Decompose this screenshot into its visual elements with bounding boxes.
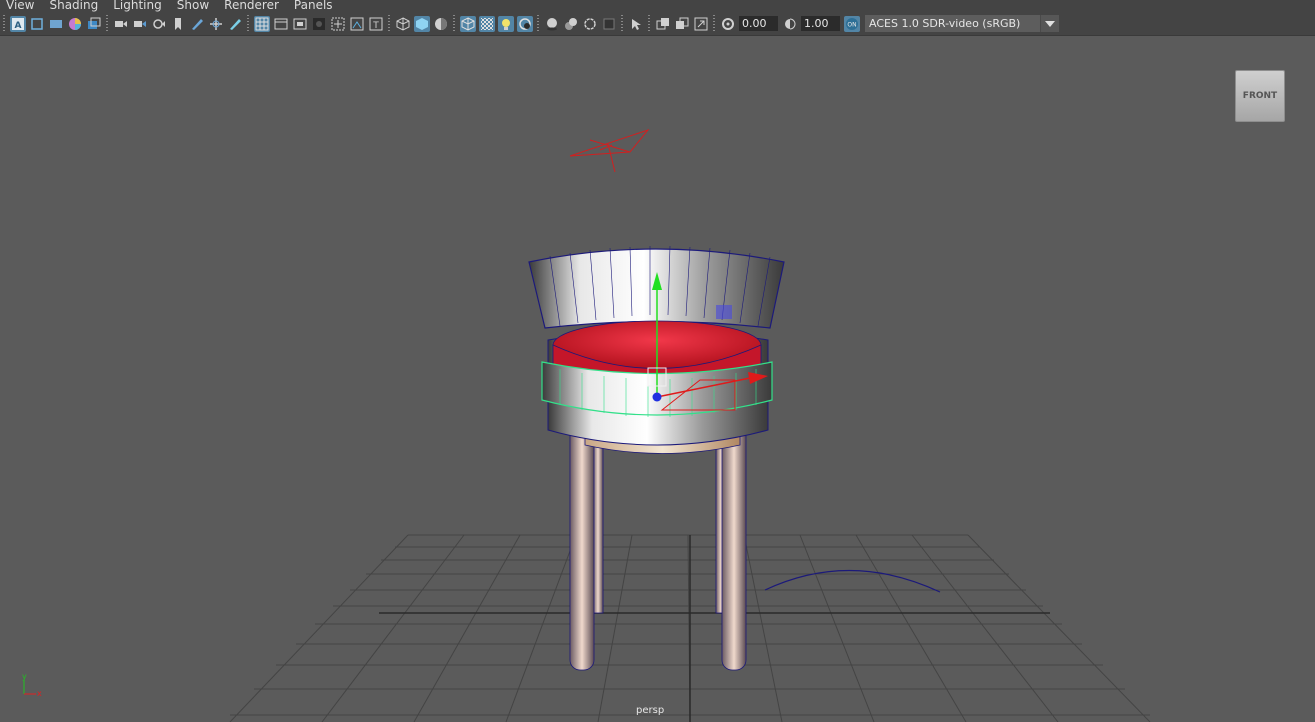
exposure-icon[interactable] xyxy=(720,16,736,32)
camera-icon[interactable] xyxy=(113,16,129,32)
ambient-occlusion-icon[interactable] xyxy=(544,16,560,32)
menu-lighting[interactable]: Lighting xyxy=(107,0,171,11)
toolbar-separator xyxy=(537,14,539,33)
menu-shading[interactable]: Shading xyxy=(43,0,107,11)
resolution-gate-icon[interactable] xyxy=(292,16,308,32)
menu-panels[interactable]: Panels xyxy=(288,0,342,11)
svg-text:ON: ON xyxy=(847,21,856,28)
chevron-down-icon xyxy=(1040,15,1059,32)
gate-mask-icon[interactable] xyxy=(311,16,327,32)
camera-lock-icon[interactable] xyxy=(132,16,148,32)
toolbar-separator xyxy=(648,14,650,33)
menu-bar: View Shading Lighting Show Renderer Pane… xyxy=(0,0,1315,12)
gamma-field[interactable] xyxy=(801,16,840,31)
gamma-icon[interactable] xyxy=(782,16,798,32)
anti-aliasing-icon[interactable] xyxy=(582,16,598,32)
svg-text:T: T xyxy=(372,21,379,31)
toolbar-separator xyxy=(3,14,5,33)
axis-indicator: y x xyxy=(22,672,42,698)
viewcube-face-label: FRONT xyxy=(1242,91,1278,101)
select-camera-icon[interactable]: A xyxy=(9,15,26,32)
wireframe-icon[interactable] xyxy=(395,16,411,32)
toolbar-separator xyxy=(713,14,715,33)
smooth-shade-icon[interactable] xyxy=(413,15,430,32)
depth-of-field-icon[interactable] xyxy=(601,16,617,32)
safe-title-icon[interactable]: T xyxy=(368,16,384,32)
pencil-icon[interactable] xyxy=(227,16,243,32)
field-chart-icon[interactable] xyxy=(330,16,346,32)
isolate-select-icon[interactable] xyxy=(628,16,644,32)
render-layers-icon[interactable] xyxy=(86,16,102,32)
grid-icon[interactable] xyxy=(253,15,270,32)
motion-blur-icon[interactable] xyxy=(563,16,579,32)
light-object[interactable] xyxy=(569,128,650,173)
transform-icon[interactable] xyxy=(208,16,224,32)
exposure-field[interactable] xyxy=(739,16,778,31)
color-space-label: ACES 1.0 SDR-video (sRGB) xyxy=(869,17,1021,30)
color-wheel-icon[interactable] xyxy=(67,16,83,32)
grease-pencil-icon[interactable] xyxy=(189,16,205,32)
safe-action-icon[interactable] xyxy=(349,16,365,32)
color-space-dropdown[interactable]: ACES 1.0 SDR-video (sRGB) xyxy=(865,15,1059,32)
viewcube[interactable]: FRONT xyxy=(1235,70,1285,122)
resize-icon[interactable] xyxy=(693,16,709,32)
toolbar-separator xyxy=(247,14,249,33)
wireframe-on-shaded-icon[interactable] xyxy=(459,15,476,32)
default-material-icon[interactable] xyxy=(433,16,449,32)
toolbar-separator xyxy=(453,14,455,33)
menu-renderer[interactable]: Renderer xyxy=(218,0,288,11)
toolbar-separator xyxy=(621,14,623,33)
menu-view[interactable]: View xyxy=(0,0,43,11)
lights-icon[interactable] xyxy=(497,15,514,32)
color-management-icon[interactable]: ON xyxy=(843,15,860,32)
camera-name-label: persp xyxy=(636,705,665,716)
svg-text:A: A xyxy=(14,21,21,31)
toolbar-separator xyxy=(106,14,108,33)
axis-y-label: y xyxy=(22,672,27,681)
bookmark-icon[interactable] xyxy=(170,16,186,32)
image-plane-icon[interactable] xyxy=(48,16,64,32)
menu-show[interactable]: Show xyxy=(171,0,218,11)
camera-attributes-icon[interactable] xyxy=(29,16,45,32)
film-gate-icon[interactable] xyxy=(273,16,289,32)
axis-x-label: x xyxy=(37,689,42,698)
camera-view-icon[interactable] xyxy=(151,16,167,32)
xray-icon[interactable] xyxy=(478,15,495,32)
shadows-icon[interactable] xyxy=(516,15,533,32)
toolbar-separator xyxy=(388,14,390,33)
viewport-3d[interactable]: y x xyxy=(0,36,1315,722)
panel-toolbar: A T ON ACES 1.0 SDR-video (sRGB) xyxy=(0,12,1315,36)
hud-icon[interactable] xyxy=(674,16,690,32)
display-layer-icon[interactable] xyxy=(655,16,671,32)
